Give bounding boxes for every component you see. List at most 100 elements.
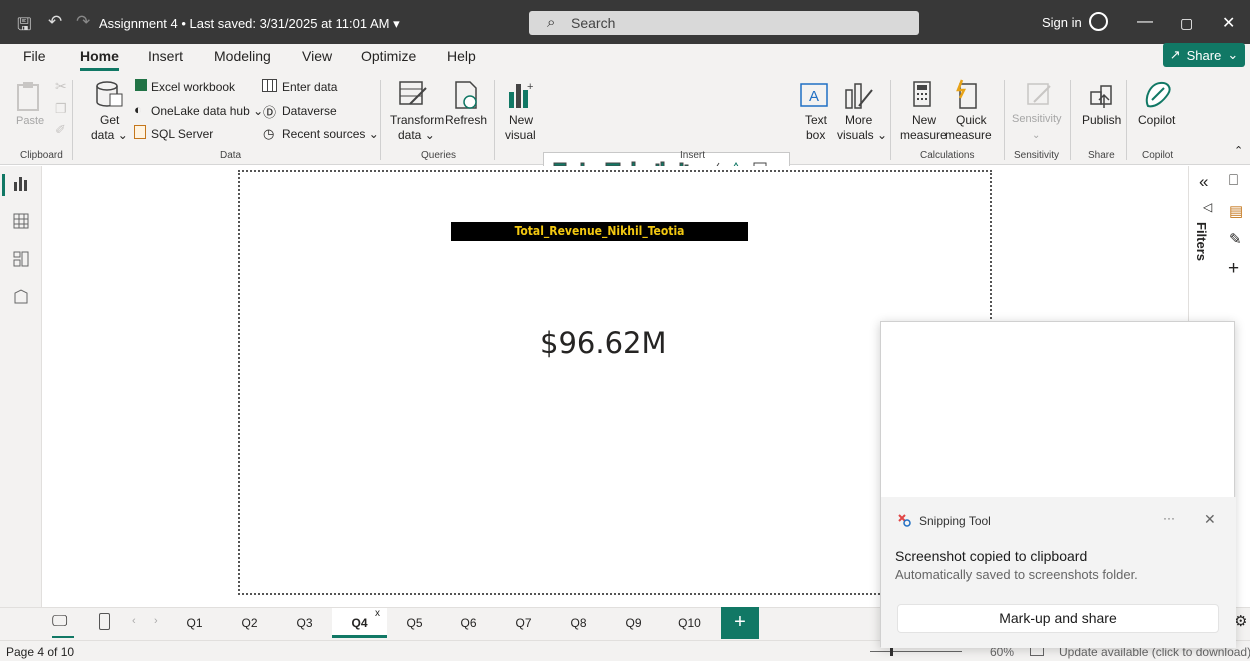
recent-sources-button[interactable]: Recent sources ⌄ — [282, 127, 379, 141]
search-box[interactable]: ⌕ Search — [529, 11, 919, 35]
page-tab-q3[interactable]: Q3 — [277, 608, 332, 638]
add-page-button[interactable]: + — [721, 607, 759, 639]
build-visual-icon[interactable]: ▤ — [1229, 202, 1243, 220]
get-data-label[interactable]: Get — [100, 113, 119, 127]
dax-query-view-icon[interactable] — [12, 288, 30, 306]
table-view-icon[interactable] — [12, 212, 30, 230]
active-tab-indicator — [80, 68, 119, 71]
copy-icon[interactable]: ❐ — [55, 101, 67, 117]
sql-server-button[interactable]: SQL Server — [151, 127, 213, 141]
format-painter-icon[interactable]: ✐ — [55, 122, 66, 138]
card-value[interactable]: $96.62M — [540, 326, 667, 360]
svg-text:A: A — [809, 88, 819, 105]
page-tab-q2[interactable]: Q2 — [222, 608, 277, 638]
close-icon[interactable]: ✕ — [1204, 511, 1216, 528]
more-visuals-label-2[interactable]: visuals ⌄ — [837, 128, 887, 142]
save-icon[interactable]: 🖫 — [17, 12, 31, 41]
transform-data-label-2[interactable]: data ⌄ — [398, 128, 435, 142]
refresh-icon — [455, 81, 477, 109]
publish-button[interactable]: Publish — [1082, 113, 1121, 127]
page-tab-q6[interactable]: Q6 — [441, 608, 496, 638]
more-options-icon[interactable]: ··· — [1163, 511, 1175, 525]
page-tab-q5[interactable]: Q5 — [387, 608, 442, 638]
close-page-icon[interactable]: x — [375, 608, 380, 619]
divider — [890, 80, 891, 160]
paste-button[interactable]: Paste — [16, 115, 44, 127]
excel-workbook-button[interactable]: Excel workbook — [151, 80, 235, 94]
report-view-icon[interactable] — [12, 174, 30, 192]
model-view-icon[interactable] — [12, 250, 30, 268]
more-visuals-label[interactable]: More — [845, 113, 872, 127]
dataverse-button[interactable]: Dataverse — [282, 104, 337, 118]
close-window-icon[interactable]: ✕ — [1222, 13, 1235, 33]
tab-help[interactable]: Help — [447, 48, 476, 64]
sensitivity-icon — [1027, 83, 1051, 105]
collapse-ribbon-icon[interactable]: ⌃ — [1234, 144, 1243, 157]
tab-home[interactable]: Home — [80, 48, 119, 64]
data-pane-icon[interactable]: ⎕ — [1229, 172, 1238, 189]
text-box-label-2[interactable]: box — [806, 128, 825, 142]
snipping-tool-notification[interactable]: Snipping Tool ··· ✕ Screenshot copied to… — [880, 321, 1236, 648]
group-calculations: Calculations — [920, 150, 975, 161]
add-pane-icon[interactable]: + — [1228, 258, 1239, 280]
copilot-icon — [1145, 81, 1171, 108]
new-visual-label-2[interactable]: visual — [505, 128, 536, 142]
desktop-layout-icon[interactable]: 🖵 — [52, 613, 67, 631]
search-placeholder: Search — [571, 15, 616, 31]
card-title[interactable]: Total_Revenue_Nikhil_Teotia — [451, 222, 748, 241]
refresh-button[interactable]: Refresh — [445, 113, 487, 127]
new-visual-label[interactable]: New — [509, 113, 533, 127]
svg-text:+: + — [527, 81, 533, 93]
quick-measure-label[interactable]: Quick — [956, 113, 987, 127]
tab-insert[interactable]: Insert — [148, 48, 183, 64]
quick-measure-label-2[interactable]: measure — [945, 128, 992, 142]
mobile-layout-icon[interactable] — [99, 613, 110, 630]
mark-up-and-share-button[interactable]: Mark-up and share — [897, 604, 1219, 633]
page-tab-q10[interactable]: Q10 — [662, 608, 717, 638]
menu-bar: File Home Insert Modeling View Optimize … — [0, 44, 1250, 72]
prev-page-icon[interactable]: ‹ — [132, 615, 136, 627]
next-page-icon[interactable]: › — [154, 615, 158, 627]
restore-icon[interactable]: ▢ — [1180, 15, 1193, 32]
avatar-icon[interactable] — [1089, 12, 1108, 31]
page-tab-q1[interactable]: Q1 — [167, 608, 222, 638]
divider — [1070, 80, 1071, 160]
page-tab-q7[interactable]: Q7 — [496, 608, 551, 638]
group-queries: Queries — [421, 150, 457, 161]
excel-icon — [135, 79, 147, 91]
share-icon: ↗ — [1169, 47, 1181, 62]
tab-modeling[interactable]: Modeling — [214, 48, 271, 64]
zoom-slider[interactable] — [870, 651, 962, 652]
filters-pane-label[interactable]: Filters — [1194, 222, 1209, 261]
page-tab-q9[interactable]: Q9 — [606, 608, 661, 638]
tab-view[interactable]: View — [302, 48, 332, 64]
view-switcher — [0, 166, 42, 640]
tab-optimize[interactable]: Optimize — [361, 48, 416, 64]
page-tab-q8[interactable]: Q8 — [551, 608, 606, 638]
copilot-button[interactable]: Copilot — [1138, 113, 1175, 127]
sign-in-link[interactable]: Sign in — [1042, 15, 1082, 30]
minimize-icon[interactable]: — — [1137, 13, 1153, 31]
transform-data-label[interactable]: Transform — [390, 113, 444, 127]
onelake-button[interactable]: OneLake data hub ⌄ — [151, 104, 263, 118]
new-measure-label-2[interactable]: measure — [900, 128, 947, 142]
cut-icon[interactable]: ✂ — [55, 78, 67, 95]
format-visual-icon[interactable]: ✎ — [1229, 230, 1242, 248]
share-button[interactable]: ↗ Share ⌄ — [1163, 43, 1245, 67]
tab-file[interactable]: File — [23, 48, 46, 64]
divider — [1004, 80, 1005, 160]
undo-icon[interactable]: ↶ — [48, 12, 62, 32]
new-measure-label[interactable]: New — [912, 113, 936, 127]
chevron-down-icon: ⌄ — [1227, 47, 1239, 62]
document-title[interactable]: Assignment 4 • Last saved: 3/31/2025 at … — [99, 16, 400, 32]
get-data-label-2[interactable]: data ⌄ — [91, 128, 128, 142]
group-data: Data — [220, 150, 242, 161]
enter-data-button[interactable]: Enter data — [282, 80, 337, 94]
onelake-icon: ◐ — [134, 102, 142, 117]
notification-app-name: Snipping Tool — [919, 514, 991, 528]
collapse-panes-icon[interactable]: « — [1199, 172, 1208, 192]
sensitivity-button[interactable]: Sensitivity — [1012, 113, 1062, 125]
settings-icon[interactable]: ⚙ — [1234, 612, 1247, 630]
redo-icon[interactable]: ↷ — [76, 12, 90, 32]
text-box-label[interactable]: Text — [805, 113, 827, 127]
